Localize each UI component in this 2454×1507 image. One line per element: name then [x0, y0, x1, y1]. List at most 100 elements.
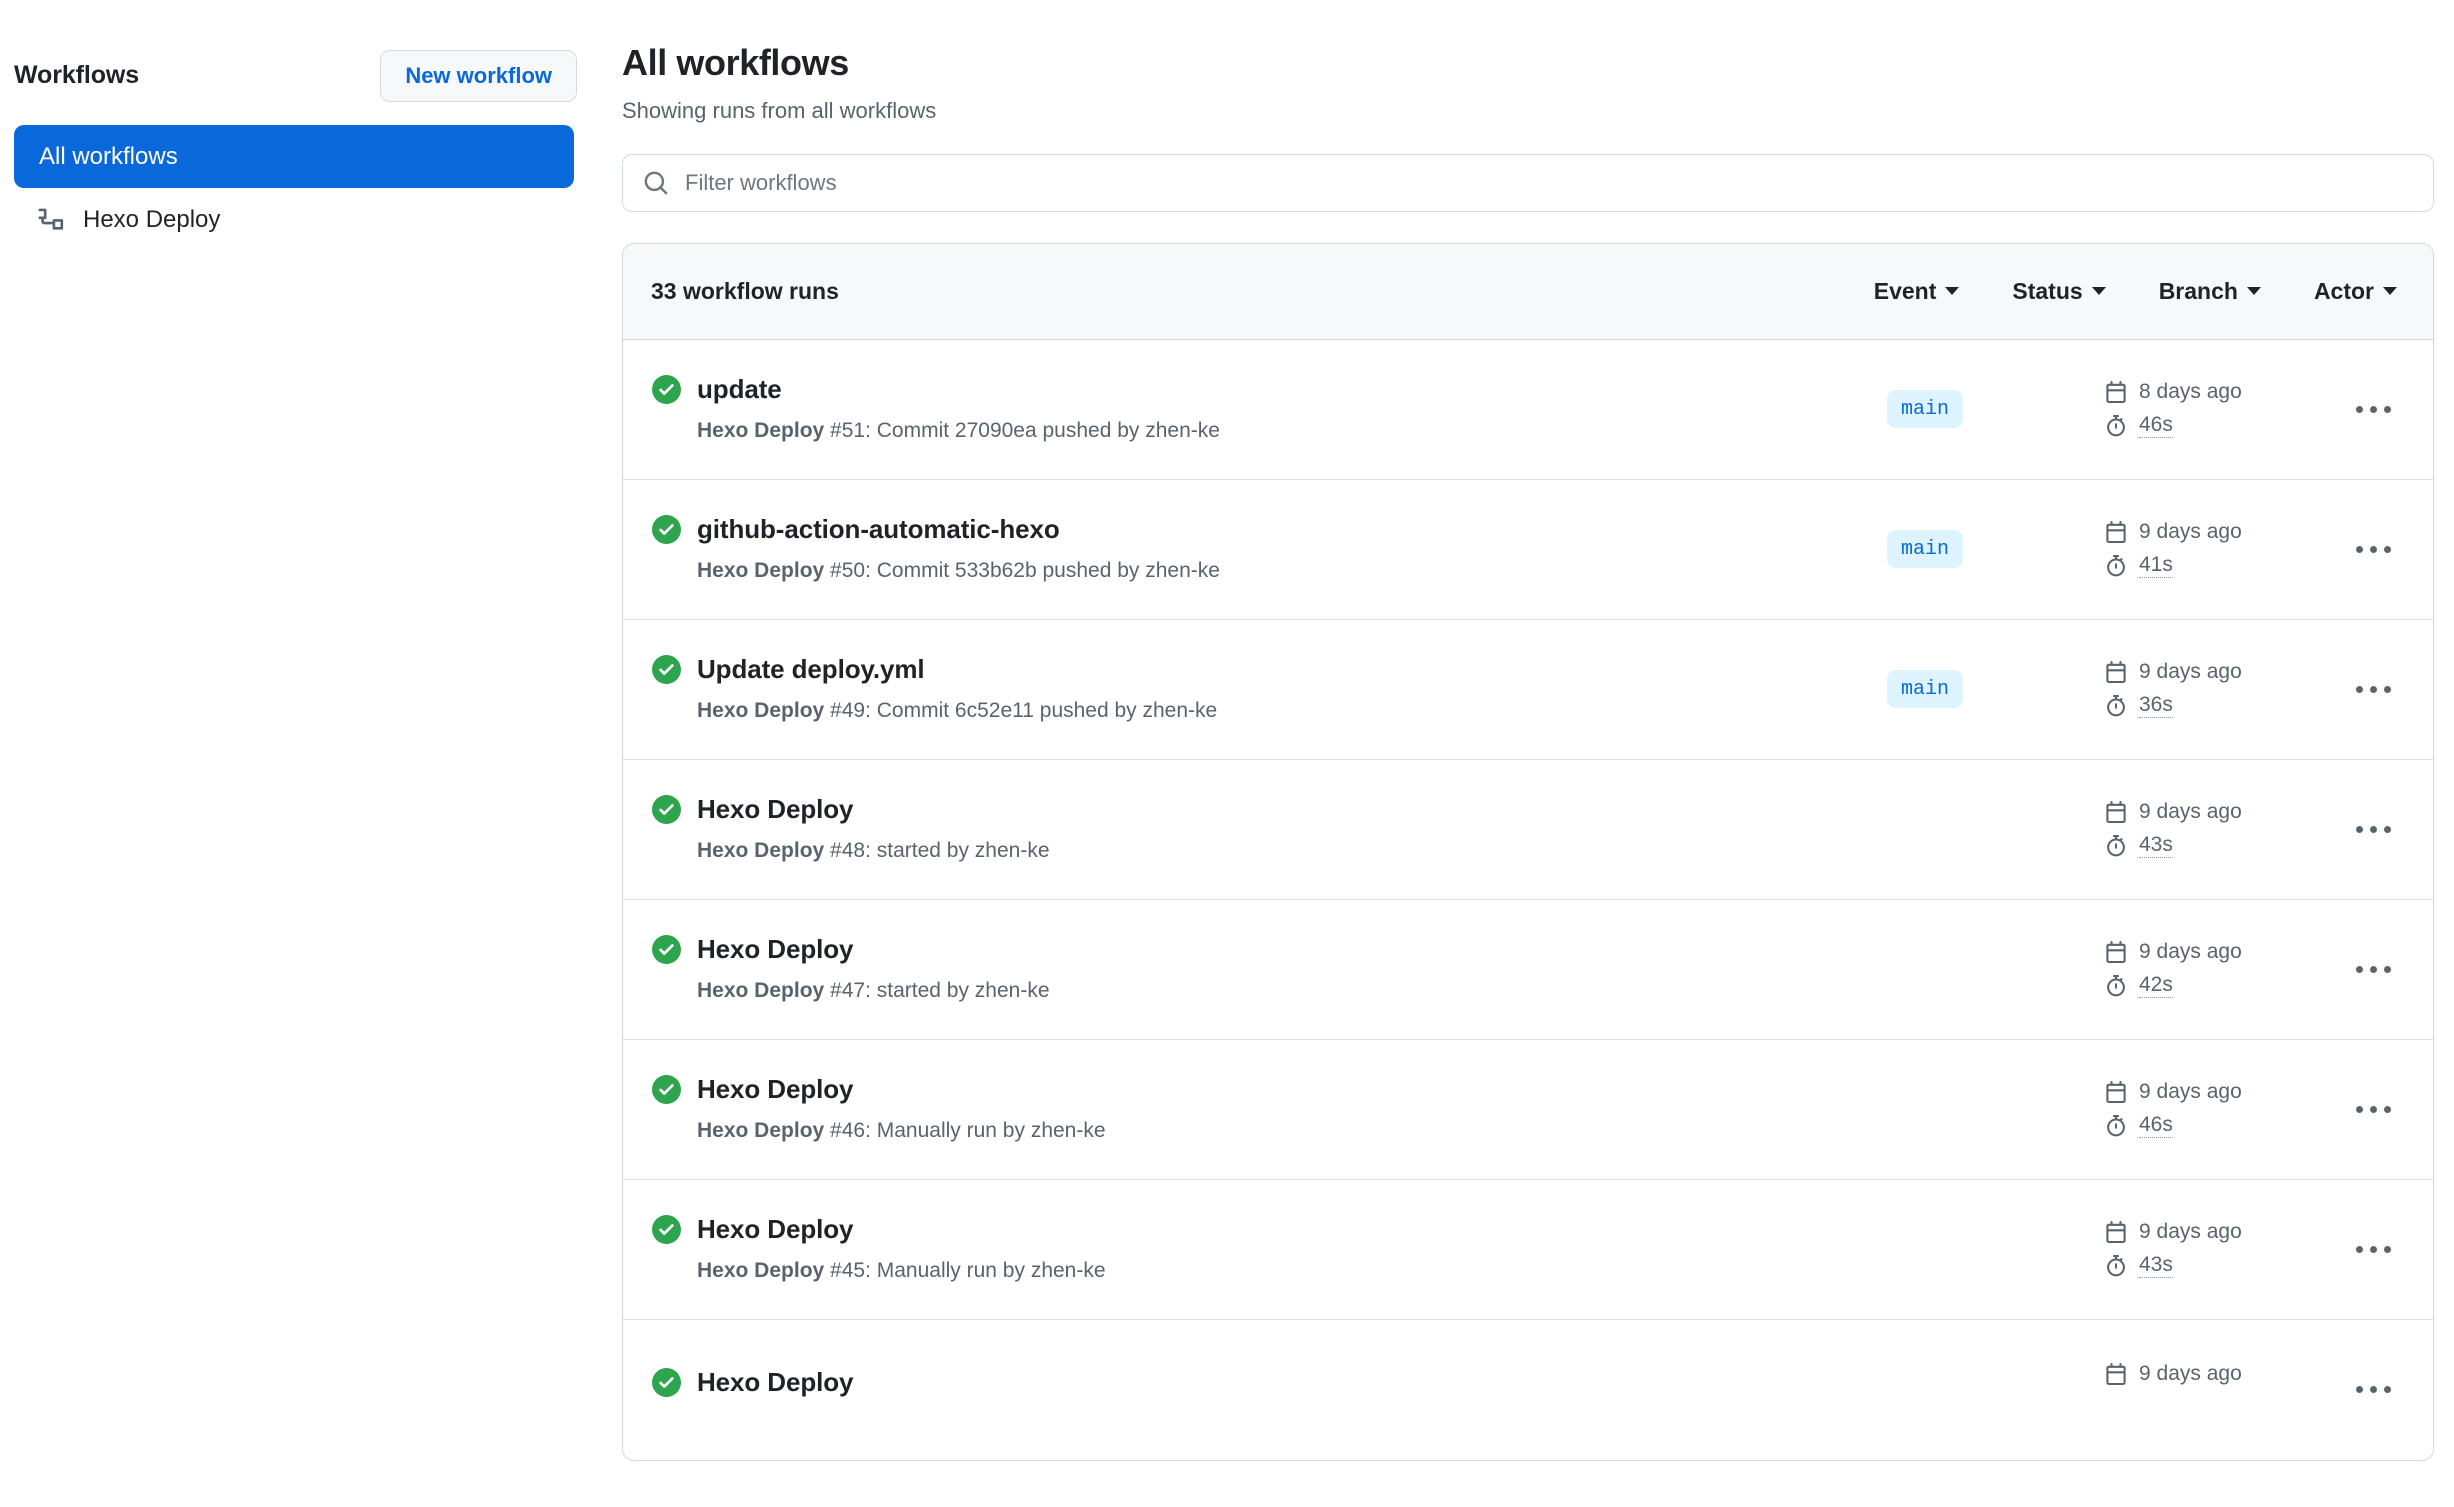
stopwatch-icon — [2105, 554, 2129, 577]
run-duration[interactable]: 41s — [2139, 553, 2173, 579]
stopwatch-icon — [2105, 1254, 2129, 1277]
workflow-run-row-7[interactable]: Hexo Deploy Hexo Deploy #45: Manually ru… — [623, 1180, 2433, 1320]
stopwatch-icon — [2105, 834, 2129, 857]
run-meta-column: 9 days ago 42s — [2105, 940, 2305, 999]
run-options-menu-button[interactable] — [2341, 1386, 2405, 1394]
actor-filter-dropdown[interactable]: Actor — [2314, 278, 2397, 305]
run-meta-cell: 9 days ago 43s — [2071, 800, 2405, 859]
run-title[interactable]: Hexo Deploy — [697, 795, 853, 824]
run-detail: #47: started by zhen-ke — [824, 979, 1050, 1002]
workflow-run-row-4[interactable]: Hexo Deploy Hexo Deploy #48: started by … — [623, 760, 2433, 900]
kebab-dot — [2383, 965, 2391, 973]
run-options-menu-button[interactable] — [2341, 965, 2405, 973]
kebab-dot — [2355, 405, 2363, 413]
run-workflow-name: Hexo Deploy — [697, 1259, 825, 1282]
run-workflow-name: Hexo Deploy — [697, 1119, 825, 1142]
run-options-menu-button[interactable] — [2341, 545, 2405, 553]
run-duration[interactable]: 46s — [2139, 413, 2173, 439]
check-circle-fill-icon — [652, 515, 681, 544]
workflow-run-row-5[interactable]: Hexo Deploy Hexo Deploy #47: started by … — [623, 900, 2433, 1040]
run-options-menu-button[interactable] — [2341, 825, 2405, 833]
status-filter-dropdown[interactable]: Status — [2012, 278, 2106, 305]
run-date: 9 days ago — [2139, 800, 2242, 824]
run-date: 9 days ago — [2139, 660, 2242, 684]
run-meta-cell: 9 days ago 42s — [2071, 940, 2405, 999]
runs-filter-group: Event Status Branch Actor — [1874, 278, 2405, 305]
kebab-dot — [2355, 1386, 2363, 1394]
kebab-dot — [2383, 825, 2391, 833]
run-duration-line: 41s — [2105, 553, 2305, 579]
run-title[interactable]: update — [697, 375, 782, 404]
run-primary-info: github-action-automatic-hexo Hexo Deploy… — [651, 515, 1721, 583]
page-title: All workflows — [622, 42, 849, 83]
event-filter-dropdown[interactable]: Event — [1874, 278, 1960, 305]
kebab-dot — [2355, 685, 2363, 693]
run-duration[interactable]: 42s — [2139, 973, 2173, 999]
workflow-icon — [34, 204, 66, 236]
run-title[interactable]: Hexo Deploy — [697, 935, 853, 964]
run-title[interactable]: Hexo Deploy — [697, 1075, 853, 1104]
branch-badge[interactable]: main — [1887, 530, 1964, 569]
branch-filter-label: Branch — [2158, 277, 2238, 304]
kebab-dot — [2369, 1245, 2377, 1253]
run-detail: #48: started by zhen-ke — [824, 839, 1050, 862]
run-primary-info: Hexo Deploy Hexo Deploy #45: Manually ru… — [651, 1215, 1721, 1283]
workflow-run-row-3[interactable]: Update deploy.yml Hexo Deploy #49: Commi… — [623, 620, 2433, 760]
run-options-menu-button[interactable] — [2341, 405, 2405, 413]
sidebar-item-all-workflows[interactable]: All workflows — [14, 125, 574, 188]
chevron-down-icon — [2383, 287, 2397, 296]
run-options-menu-button[interactable] — [2341, 685, 2405, 693]
run-title[interactable]: Hexo Deploy — [697, 1368, 853, 1397]
filter-workflows-box[interactable] — [622, 153, 2434, 212]
run-duration-line: 46s — [2105, 413, 2305, 439]
workflow-runs-header: 33 workflow runs Event Status Branch Act… — [623, 243, 2433, 340]
sidebar-header: Workflows New workflow — [14, 48, 622, 103]
run-meta-column: 9 days ago — [2105, 1362, 2305, 1417]
run-title[interactable]: Update deploy.yml — [697, 655, 925, 684]
sidebar-item-hexo-deploy[interactable]: Hexo Deploy — [14, 188, 574, 251]
run-title-line: github-action-automatic-hexo — [652, 515, 1721, 544]
filter-workflows-input[interactable] — [685, 169, 2413, 196]
new-workflow-button[interactable]: New workflow — [380, 49, 577, 102]
kebab-dot — [2355, 545, 2363, 553]
run-duration[interactable]: 46s — [2139, 1113, 2173, 1139]
branch-filter-dropdown[interactable]: Branch — [2159, 278, 2261, 305]
calendar-icon — [2105, 661, 2129, 684]
check-circle-fill-icon — [652, 795, 681, 824]
kebab-dot — [2369, 1386, 2377, 1394]
run-branch-cell: main — [1721, 530, 2071, 569]
run-workflow-name: Hexo Deploy — [697, 559, 825, 582]
run-duration-line: 43s — [2105, 833, 2305, 859]
run-title[interactable]: github-action-automatic-hexo — [697, 515, 1060, 544]
run-duration[interactable]: 43s — [2139, 1253, 2173, 1279]
run-workflow-name: Hexo Deploy — [697, 419, 825, 442]
check-circle-fill-icon — [652, 935, 681, 964]
workflow-run-row-6[interactable]: Hexo Deploy Hexo Deploy #46: Manually ru… — [623, 1040, 2433, 1180]
run-meta-column: 9 days ago 46s — [2105, 1080, 2305, 1139]
run-branch-cell: main — [1721, 390, 2071, 429]
run-options-menu-button[interactable] — [2341, 1105, 2405, 1113]
workflow-run-row-8[interactable]: Hexo Deploy 9 days ago — [623, 1320, 2433, 1460]
sidebar-title: Workflows — [14, 61, 140, 89]
sidebar-item-label: Hexo Deploy — [83, 205, 221, 233]
run-subtitle: Hexo Deploy #51: Commit 27090ea pushed b… — [652, 418, 1721, 443]
workflow-run-row-2[interactable]: github-action-automatic-hexo Hexo Deploy… — [623, 480, 2433, 620]
run-duration[interactable]: 36s — [2139, 693, 2173, 719]
main-content: All workflows Showing runs from all work… — [622, 0, 2454, 1461]
kebab-dot — [2355, 1105, 2363, 1113]
kebab-dot — [2383, 545, 2391, 553]
branch-badge[interactable]: main — [1887, 390, 1964, 429]
stopwatch-icon — [2105, 414, 2129, 437]
workflows-sidebar: Workflows New workflow All workflows Hex… — [0, 0, 622, 267]
kebab-dot — [2369, 405, 2377, 413]
run-title-line: Hexo Deploy — [652, 935, 1721, 964]
run-meta-column: 9 days ago 43s — [2105, 1220, 2305, 1279]
run-options-menu-button[interactable] — [2341, 1245, 2405, 1253]
run-title[interactable]: Hexo Deploy — [697, 1215, 853, 1244]
run-detail: #51: Commit 27090ea pushed by zhen-ke — [824, 419, 1220, 442]
run-date-line: 9 days ago — [2105, 940, 2305, 964]
branch-badge[interactable]: main — [1887, 670, 1964, 709]
workflow-run-row-1[interactable]: update Hexo Deploy #51: Commit 27090ea p… — [623, 340, 2433, 480]
workflows-page: Workflows New workflow All workflows Hex… — [0, 0, 2454, 1507]
run-duration[interactable]: 43s — [2139, 833, 2173, 859]
